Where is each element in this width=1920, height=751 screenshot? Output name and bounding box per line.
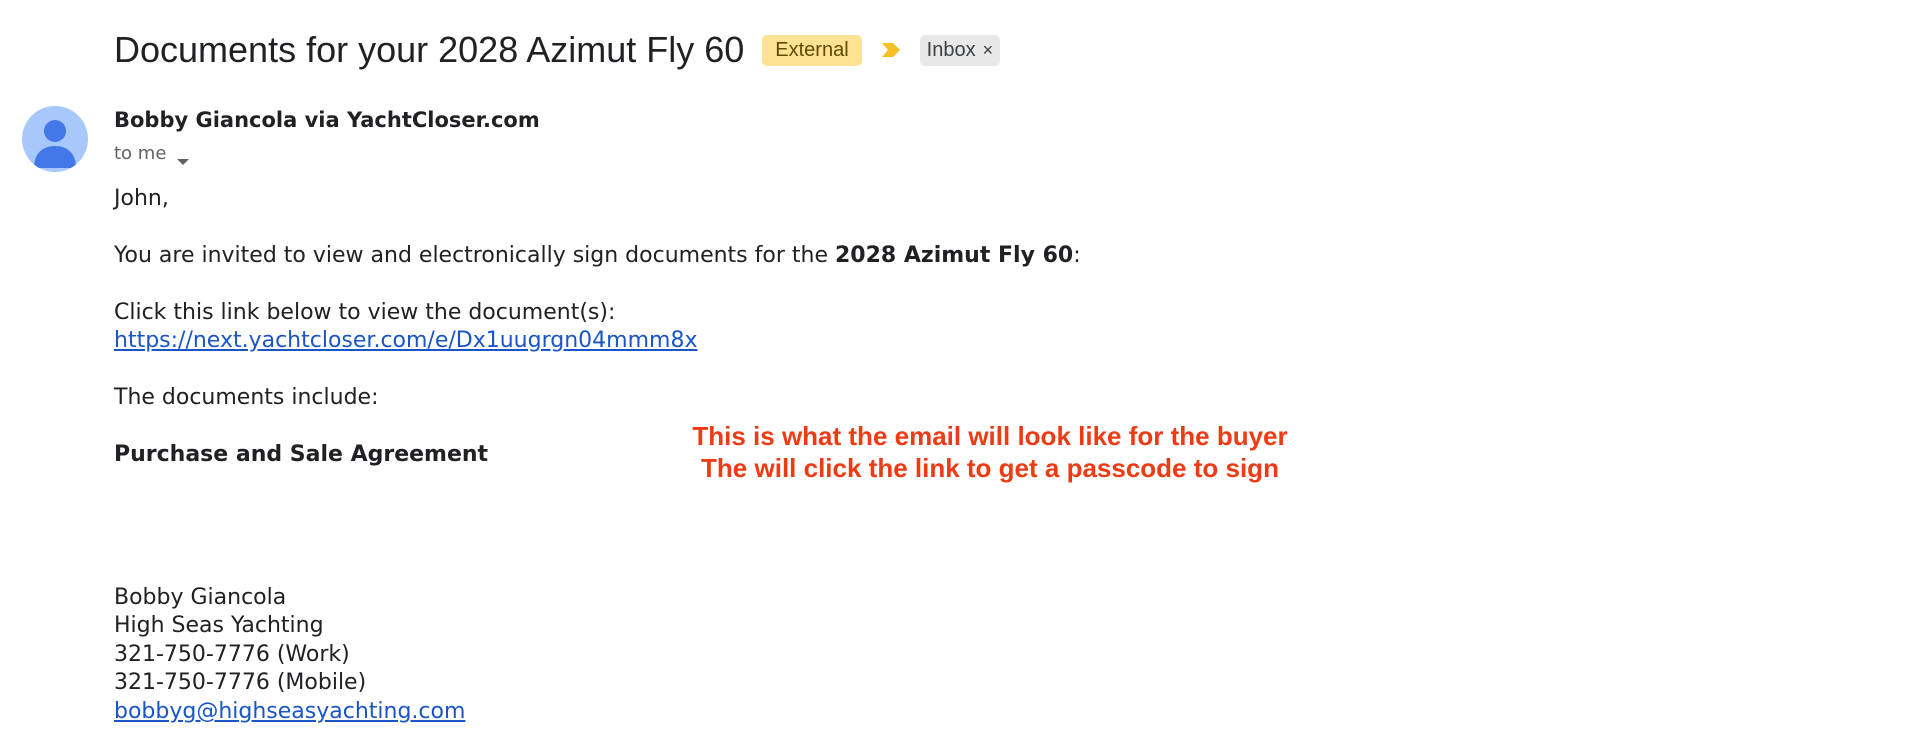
- sender-name[interactable]: Bobby Giancola via YachtCloser.com: [114, 108, 540, 132]
- greeting: John,: [114, 186, 169, 211]
- inbox-label: Inbox ×: [919, 34, 1001, 66]
- email-view: Documents for your 2028 Azimut Fly 60 Ex…: [0, 0, 1920, 751]
- remove-inbox-label-icon[interactable]: ×: [983, 40, 994, 61]
- importance-marker-icon[interactable]: [880, 40, 902, 60]
- signature-mobile-phone: 321-750-7776 (Mobile): [114, 670, 367, 695]
- invitation-suffix: :: [1073, 243, 1081, 268]
- document-name: Purchase and Sale Agreement: [114, 442, 489, 467]
- chevron-down-icon[interactable]: [176, 150, 190, 165]
- signature-name: Bobby Giancola: [114, 585, 287, 610]
- document-link-line: https://next.yachtcloser.com/e/Dx1uugrgn…: [114, 327, 697, 355]
- recipient-details[interactable]: to me: [114, 143, 190, 165]
- signature-email-link[interactable]: bobbyg@highseasyachting.com: [114, 699, 465, 724]
- annotation-note: This is what the email will look like fo…: [650, 420, 1330, 484]
- document-link[interactable]: https://next.yachtcloser.com/e/Dx1uugrgn…: [114, 328, 697, 353]
- signature-company: High Seas Yachting: [114, 613, 324, 638]
- annotation-line-2: The will click the link to get a passcod…: [701, 453, 1279, 483]
- annotation-line-1: This is what the email will look like fo…: [692, 421, 1288, 451]
- email-subject: Documents for your 2028 Azimut Fly 60: [114, 29, 745, 70]
- signature-work-phone: 321-750-7776 (Work): [114, 642, 350, 667]
- recipient-label: to me: [114, 143, 167, 164]
- person-icon: [34, 120, 76, 168]
- external-label: External: [762, 34, 862, 66]
- invitation-text: You are invited to view and electronical…: [114, 242, 1081, 270]
- invitation-prefix: You are invited to view and electronical…: [114, 243, 835, 268]
- click-instruction: Click this link below to view the docume…: [114, 300, 616, 325]
- inbox-label-text: Inbox: [926, 38, 976, 61]
- signature-email-line: bobbyg@highseasyachting.com: [114, 698, 465, 726]
- email-subject-bar: Documents for your 2028 Azimut Fly 60 Ex…: [114, 26, 1001, 74]
- yacht-name: 2028 Azimut Fly 60: [834, 243, 1074, 268]
- includes-text: The documents include:: [114, 385, 379, 410]
- sender-avatar[interactable]: [22, 106, 88, 172]
